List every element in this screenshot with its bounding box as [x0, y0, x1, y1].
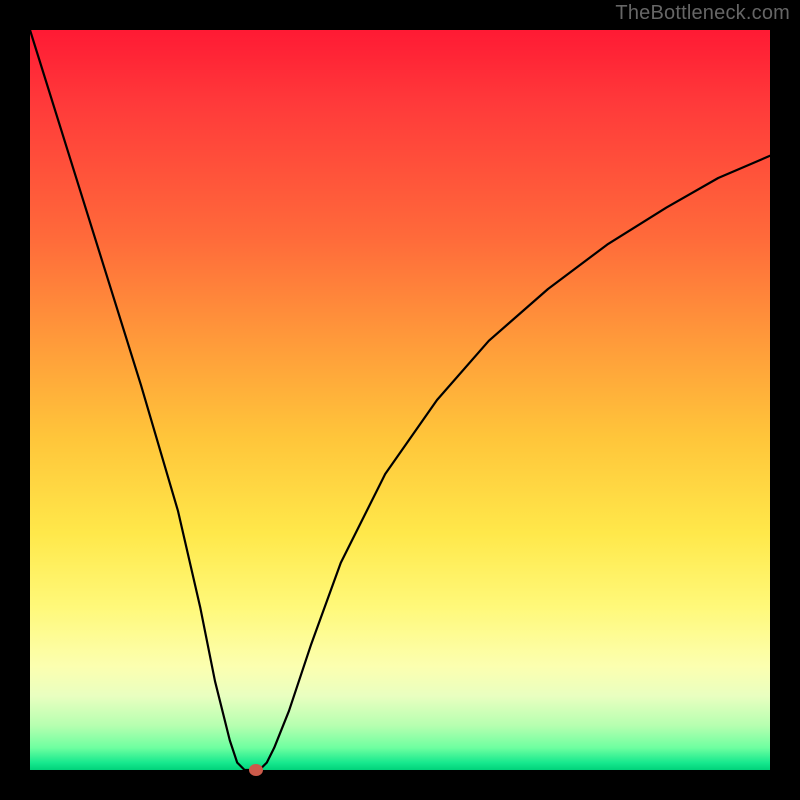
- plot-area: [30, 30, 770, 770]
- watermark-text: TheBottleneck.com: [615, 2, 790, 25]
- bottleneck-curve: [30, 30, 770, 770]
- chart-frame: TheBottleneck.com: [0, 0, 800, 800]
- minimum-marker: [249, 764, 263, 776]
- curve-svg: [30, 30, 770, 770]
